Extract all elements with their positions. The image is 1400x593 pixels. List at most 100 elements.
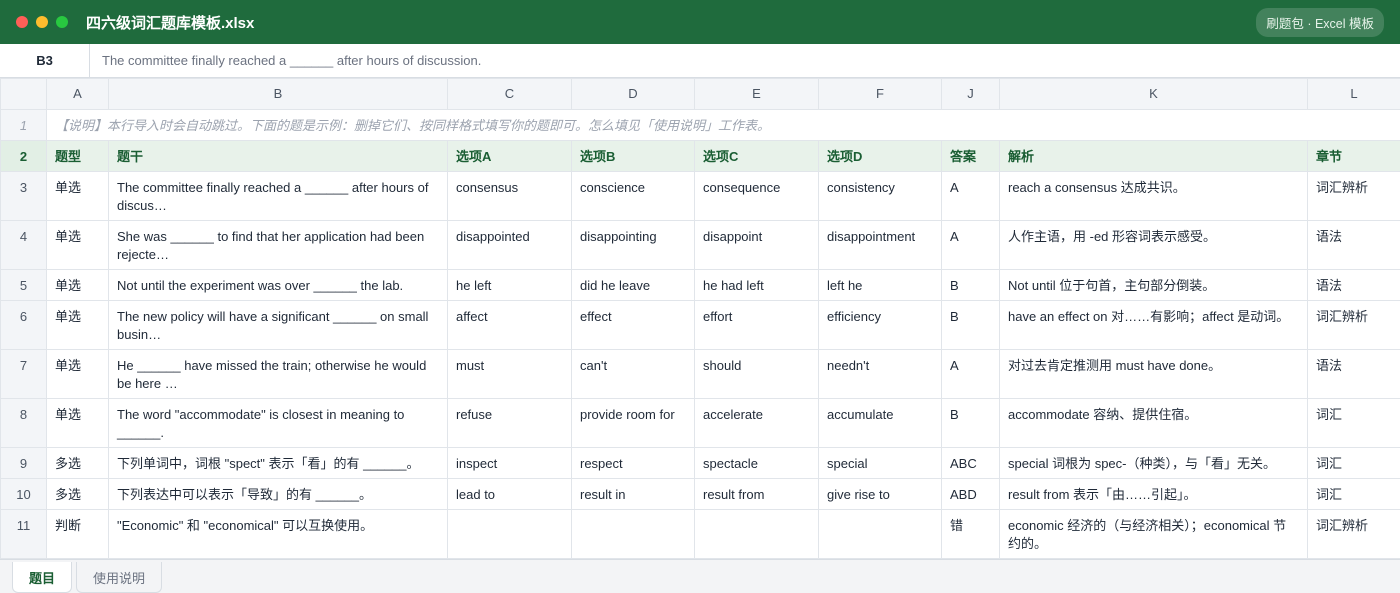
cell-reference-box[interactable]: B3 xyxy=(0,43,90,78)
cell-type[interactable]: 多选 xyxy=(46,478,109,510)
cell-type[interactable]: 判断 xyxy=(46,509,109,559)
cell-option-d[interactable]: give rise to xyxy=(818,478,942,510)
cell-explanation[interactable]: result from 表示「由……引起」。 xyxy=(999,478,1308,510)
cell-stem[interactable]: She was ______ to find that her applicat… xyxy=(108,220,448,270)
cell-explanation[interactable]: 对过去肯定推测用 must have done。 xyxy=(999,349,1308,399)
cell-chapter[interactable]: 词汇 xyxy=(1307,398,1400,448)
cell-option-a[interactable]: consensus xyxy=(447,171,572,221)
column-header[interactable]: A xyxy=(46,78,109,110)
cell-stem[interactable]: "Economic" 和 "economical" 可以互换使用。 xyxy=(108,509,448,559)
cell-chapter[interactable]: 语法 xyxy=(1307,220,1400,270)
cell-option-d[interactable] xyxy=(818,509,942,559)
column-header[interactable]: F xyxy=(818,78,942,110)
cell-answer[interactable]: A xyxy=(941,171,1000,221)
cell-option-d[interactable]: consistency xyxy=(818,171,942,221)
cell-type[interactable]: 单选 xyxy=(46,300,109,350)
row-number[interactable]: 5 xyxy=(0,269,47,301)
cell-explanation[interactable]: Not until 位于句首，主句部分倒装。 xyxy=(999,269,1308,301)
header-cell-stem[interactable]: 题干 xyxy=(108,140,448,172)
cell-option-b[interactable]: respect xyxy=(571,447,695,479)
cell-option-b[interactable]: provide room for xyxy=(571,398,695,448)
cell-option-a[interactable] xyxy=(447,509,572,559)
row-number[interactable]: 1 xyxy=(0,109,47,141)
cell-option-c[interactable] xyxy=(694,509,819,559)
row-number[interactable]: 9 xyxy=(0,447,47,479)
header-cell-option-d[interactable]: 选项D xyxy=(818,140,942,172)
cell-stem[interactable]: The committee finally reached a ______ a… xyxy=(108,171,448,221)
header-cell-option-b[interactable]: 选项B xyxy=(571,140,695,172)
cell-option-b[interactable]: disappointing xyxy=(571,220,695,270)
cell-chapter[interactable]: 词汇 xyxy=(1307,447,1400,479)
cell-stem[interactable]: The new policy will have a significant _… xyxy=(108,300,448,350)
cell-option-c[interactable]: he had left xyxy=(694,269,819,301)
cell-type[interactable]: 单选 xyxy=(46,171,109,221)
cell-option-a[interactable]: disappointed xyxy=(447,220,572,270)
cell-option-c[interactable]: should xyxy=(694,349,819,399)
formula-input[interactable]: The committee finally reached a ______ a… xyxy=(90,53,481,68)
cell-answer[interactable]: B xyxy=(941,398,1000,448)
cell-option-b[interactable]: did he leave xyxy=(571,269,695,301)
cell-option-c[interactable]: accelerate xyxy=(694,398,819,448)
sheet-tab-questions[interactable]: 题目 xyxy=(12,562,73,593)
header-cell-option-a[interactable]: 选项A xyxy=(447,140,572,172)
cell-option-a[interactable]: inspect xyxy=(447,447,572,479)
cell-option-b[interactable] xyxy=(571,509,695,559)
cell-explanation[interactable]: economic 经济的（与经济相关）；economical 节约的。 xyxy=(999,509,1308,559)
cell-chapter[interactable]: 词汇 xyxy=(1307,478,1400,510)
column-header[interactable]: E xyxy=(694,78,819,110)
cell-option-d[interactable]: accumulate xyxy=(818,398,942,448)
row-number[interactable]: 2 xyxy=(0,140,47,172)
row-number[interactable]: 11 xyxy=(0,509,47,559)
row-number[interactable]: 10 xyxy=(0,478,47,510)
cell-stem[interactable]: 下列单词中，词根 "spect" 表示「看」的有 ______。 xyxy=(108,447,448,479)
cell-option-a[interactable]: refuse xyxy=(447,398,572,448)
cell-option-a[interactable]: must xyxy=(447,349,572,399)
cell-option-a[interactable]: he left xyxy=(447,269,572,301)
maximize-window-button[interactable] xyxy=(56,16,68,28)
close-window-button[interactable] xyxy=(16,16,28,28)
note-cell[interactable]: 【说明】本行导入时会自动跳过。下面的题是示例：删掉它们、按同样格式填写你的题即可… xyxy=(46,109,1400,141)
cell-option-c[interactable]: consequence xyxy=(694,171,819,221)
cell-option-d[interactable]: special xyxy=(818,447,942,479)
column-header[interactable]: K xyxy=(999,78,1308,110)
cell-explanation[interactable]: accommodate 容纳、提供住宿。 xyxy=(999,398,1308,448)
cell-chapter[interactable]: 词汇辨析 xyxy=(1307,300,1400,350)
cell-answer[interactable]: B xyxy=(941,269,1000,301)
cell-explanation[interactable]: have an effect on 对……有影响；affect 是动词。 xyxy=(999,300,1308,350)
select-all-corner[interactable] xyxy=(0,78,47,110)
header-cell-chapter[interactable]: 章节 xyxy=(1307,140,1400,172)
cell-chapter[interactable]: 词汇辨析 xyxy=(1307,171,1400,221)
column-header[interactable]: D xyxy=(571,78,695,110)
cell-chapter[interactable]: 语法 xyxy=(1307,349,1400,399)
cell-stem[interactable]: 下列表达中可以表示「导致」的有 ______。 xyxy=(108,478,448,510)
cell-option-b[interactable]: conscience xyxy=(571,171,695,221)
cell-explanation[interactable]: 人作主语，用 -ed 形容词表示感受。 xyxy=(999,220,1308,270)
cell-answer[interactable]: A xyxy=(941,349,1000,399)
sheet-tab-instructions[interactable]: 使用说明 xyxy=(76,562,163,593)
column-header[interactable]: C xyxy=(447,78,572,110)
cell-option-b[interactable]: result in xyxy=(571,478,695,510)
cell-option-c[interactable]: disappoint xyxy=(694,220,819,270)
cell-stem[interactable]: Not until the experiment was over ______… xyxy=(108,269,448,301)
cell-option-d[interactable]: efficiency xyxy=(818,300,942,350)
cell-option-d[interactable]: needn't xyxy=(818,349,942,399)
row-number[interactable]: 6 xyxy=(0,300,47,350)
cell-option-d[interactable]: disappointment xyxy=(818,220,942,270)
cell-answer[interactable]: ABD xyxy=(941,478,1000,510)
row-number[interactable]: 8 xyxy=(0,398,47,448)
cell-type[interactable]: 单选 xyxy=(46,220,109,270)
cell-option-d[interactable]: left he xyxy=(818,269,942,301)
cell-option-c[interactable]: result from xyxy=(694,478,819,510)
row-number[interactable]: 3 xyxy=(0,171,47,221)
cell-answer[interactable]: 错 xyxy=(941,509,1000,559)
cell-explanation[interactable]: special 词根为 spec-（种类），与「看」无关。 xyxy=(999,447,1308,479)
header-cell-type[interactable]: 题型 xyxy=(46,140,109,172)
header-cell-option-c[interactable]: 选项C xyxy=(694,140,819,172)
header-cell-answer[interactable]: 答案 xyxy=(941,140,1000,172)
cell-option-a[interactable]: lead to xyxy=(447,478,572,510)
cell-answer[interactable]: A xyxy=(941,220,1000,270)
column-header[interactable]: J xyxy=(941,78,1000,110)
cell-stem[interactable]: He ______ have missed the train; otherwi… xyxy=(108,349,448,399)
cell-type[interactable]: 单选 xyxy=(46,398,109,448)
cell-option-b[interactable]: can't xyxy=(571,349,695,399)
